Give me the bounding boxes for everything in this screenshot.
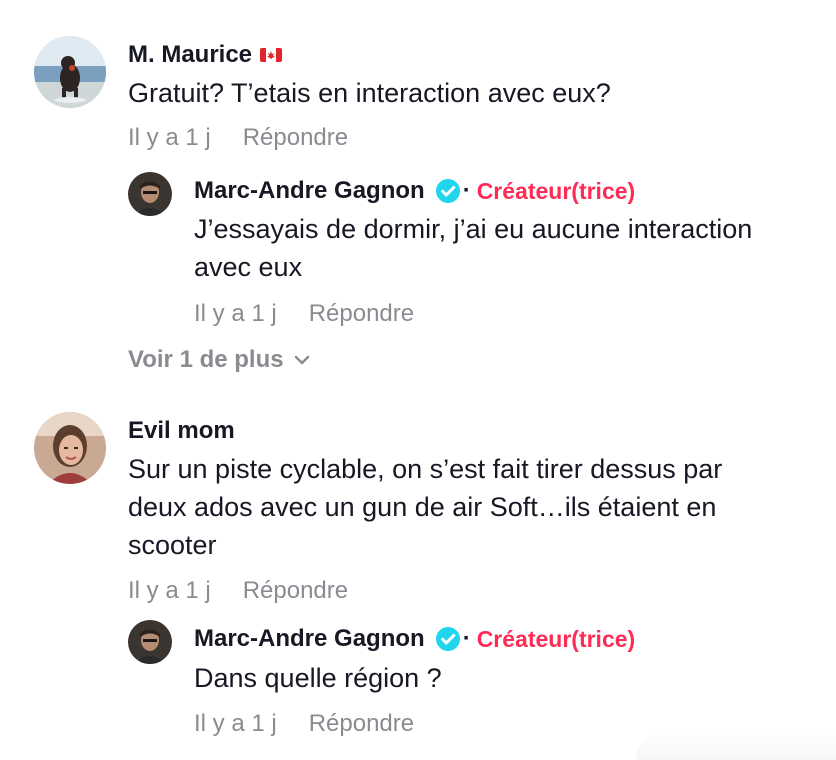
reply-timestamp: Il y a 1 j <box>194 300 277 327</box>
separator-dot: · <box>462 625 471 652</box>
separator-dot: · <box>462 177 471 204</box>
comment-meta: Il y a 1 j Répondre <box>128 577 348 605</box>
comment-text-line: deux ados avec un gun de air Soft…ils ét… <box>128 492 717 522</box>
avatar-marc-andre-gagnon[interactable] <box>128 172 172 216</box>
view-more-replies-button[interactable]: Voir 1 de plus <box>128 346 310 374</box>
comment-text-line: Sur un piste cyclable, on s’est fait tir… <box>128 454 723 484</box>
bottom-overlay-edge <box>636 730 836 760</box>
reply-meta: Il y a 1 j Répondre <box>194 300 414 328</box>
reply-button[interactable]: Répondre <box>243 124 348 151</box>
reply-username-row: Marc-Andre Gagnon · Créateur(trice) <box>194 176 635 206</box>
comment-meta: Il y a 1 j Répondre <box>128 124 348 152</box>
reply-timestamp: Il y a 1 j <box>194 710 277 737</box>
canada-flag-icon <box>260 48 283 62</box>
comment-timestamp: Il y a 1 j <box>128 124 211 151</box>
username-text[interactable]: M. Maurice <box>128 41 252 69</box>
reply-button[interactable]: Répondre <box>309 300 414 327</box>
reply-button[interactable]: Répondre <box>309 710 414 737</box>
comment-text: Gratuit? T’etais en interaction avec eux… <box>128 78 611 108</box>
reply-text: J’essayais de dormir, j’ai eu aucune int… <box>194 210 752 286</box>
username-text[interactable]: Evil mom <box>128 417 235 445</box>
avatar-m-maurice[interactable] <box>34 36 106 108</box>
creator-portrait-image <box>128 620 172 664</box>
creator-badge: Créateur(trice) <box>476 625 636 652</box>
dog-on-beach-image <box>34 36 106 108</box>
verified-badge-icon <box>435 627 460 651</box>
reply-username-row: Marc-Andre Gagnon · Créateur(trice) <box>194 624 635 654</box>
creator-badge: Créateur(trice) <box>476 177 636 204</box>
reply-button[interactable]: Répondre <box>243 577 348 604</box>
verified-badge-icon <box>435 179 460 203</box>
creator-portrait-image <box>128 172 172 216</box>
comment-username[interactable]: Evil mom <box>128 416 235 446</box>
comment-username[interactable]: M. Maurice <box>128 40 283 70</box>
username-text[interactable]: Marc-Andre Gagnon <box>194 177 425 205</box>
username-text[interactable]: Marc-Andre Gagnon <box>194 625 425 653</box>
chevron-down-icon <box>294 355 309 365</box>
comment-text: Sur un piste cyclable, on s’est fait tir… <box>128 450 722 564</box>
woman-portrait-image <box>34 412 106 484</box>
view-more-label[interactable]: Voir 1 de plus <box>128 346 284 374</box>
comment-timestamp: Il y a 1 j <box>128 577 211 604</box>
reply-text-line: avec eux <box>194 252 303 282</box>
reply-text-line: J’essayais de dormir, j’ai eu aucune int… <box>194 214 753 244</box>
reply-meta: Il y a 1 j Répondre <box>194 710 414 738</box>
avatar-marc-andre-gagnon[interactable] <box>128 620 172 664</box>
comment-text-line: scooter <box>128 530 217 560</box>
reply-text: Dans quelle région ? <box>194 663 442 693</box>
avatar-evil-mom[interactable] <box>34 412 106 484</box>
